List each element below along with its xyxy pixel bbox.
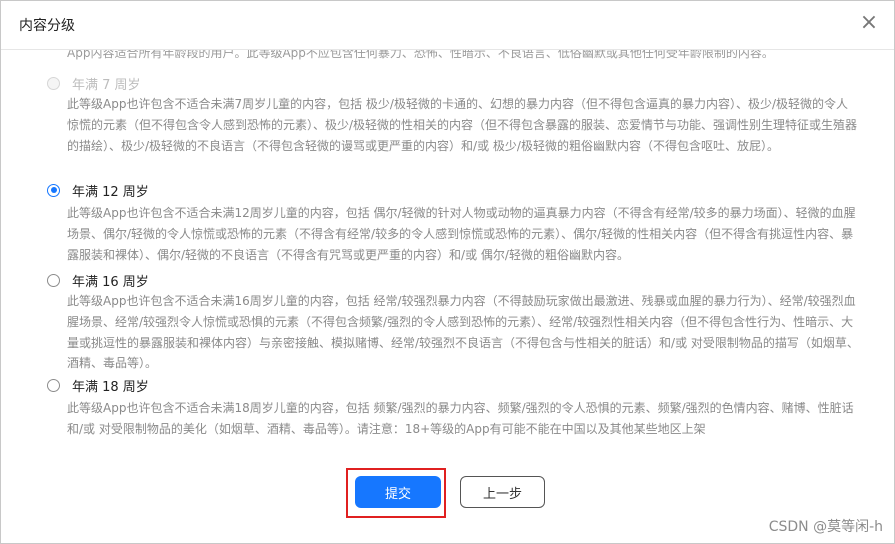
rating-description-12: 此等级App也许包含不适合未满12周岁儿童的内容，包括 偶尔/轻微的针对人物或动… <box>67 206 856 262</box>
rating-options-list[interactable]: App内容适合所有年龄段的用户。此等级App不应包含任何暴力、恐怖、性暗示、不良… <box>1 50 894 440</box>
radio-18[interactable] <box>47 378 60 392</box>
rating-label-12[interactable]: 年满 12 周岁 <box>72 181 149 200</box>
radio-7 <box>47 76 60 90</box>
radio-16[interactable] <box>47 273 60 287</box>
rating-label-16[interactable]: 年满 16 周岁 <box>72 271 149 290</box>
rating-label-7: 年满 7 周岁 <box>72 77 141 93</box>
dialog-header: 内容分级 × <box>1 1 894 50</box>
rating-description-18: 此等级App也许包含不适合未满18周岁儿童的内容，包括 频繁/强烈的暴力内容、频… <box>67 401 854 436</box>
back-button[interactable]: 上一步 <box>460 476 545 508</box>
close-icon[interactable]: × <box>858 12 880 35</box>
content-rating-dialog: 内容分级 × App内容适合所有年龄段的用户。此等级App不应包含任何暴力、恐怖… <box>0 0 895 544</box>
watermark: CSDN @莫等闲-h <box>768 519 883 535</box>
rating-label-18[interactable]: 年满 18 周岁 <box>72 376 149 395</box>
radio-12[interactable] <box>47 183 60 197</box>
dialog-title: 内容分级 <box>19 18 75 34</box>
dialog-footer: 提交 上一步 <box>1 441 894 541</box>
rating-description-16: 此等级App也许包含不适合未满16周岁儿童的内容，包括 经常/较强烈暴力内容（不… <box>67 294 859 371</box>
rating-description-7: 此等级App也许包含不适合未满7周岁儿童的内容，包括 极少/极轻微的卡通的、幻想… <box>67 97 858 153</box>
submit-button[interactable]: 提交 <box>355 476 441 508</box>
clipped-description: App内容适合所有年龄段的用户。此等级App不应包含任何暴力、恐怖、性暗示、不良… <box>67 50 774 60</box>
